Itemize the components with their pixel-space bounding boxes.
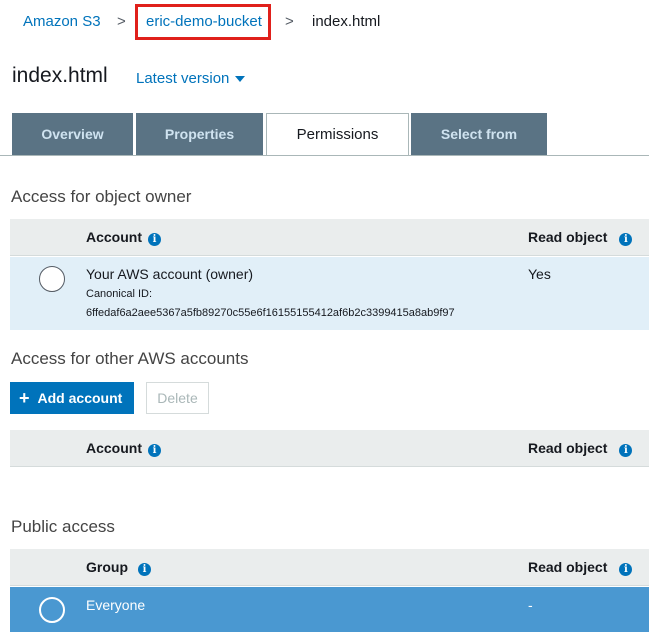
row-radio-button[interactable]	[39, 266, 65, 292]
canonical-id-label: Canonical ID:	[86, 288, 153, 300]
owner-section-title: Access for object owner	[11, 187, 192, 206]
other-accounts-table-header: Account i Read object i	[10, 430, 649, 467]
breadcrumb-current-object: index.html	[312, 13, 381, 30]
info-icon[interactable]: i	[138, 563, 151, 576]
column-header-read-object: Read object i	[528, 229, 633, 246]
row-radio-button[interactable]	[39, 597, 65, 623]
group-name: Everyone	[86, 597, 146, 613]
info-icon[interactable]: i	[148, 233, 161, 246]
version-dropdown[interactable]: Latest version	[136, 70, 246, 87]
caret-down-icon	[235, 76, 246, 83]
bucket-highlight-box	[135, 4, 271, 40]
breadcrumb: Amazon S3 > eric-demo-bucket > index.htm…	[0, 0, 649, 44]
column-header-read-object: Read object i	[528, 559, 633, 576]
canonical-id-value: 6ffedaf6a2aee5367a5fb89270c55e6f16155155…	[86, 307, 455, 319]
tabs-divider	[0, 155, 649, 156]
plus-icon: +	[19, 388, 30, 408]
info-icon[interactable]: i	[619, 563, 633, 576]
add-account-button[interactable]: + Add account	[10, 382, 134, 414]
tab-select-from[interactable]: Select from	[411, 113, 547, 155]
owner-table-header: Account i Read object i	[10, 219, 649, 256]
account-name: Your AWS account (owner)	[86, 266, 254, 282]
info-icon[interactable]: i	[148, 444, 161, 457]
tab-bar: Overview Properties Permissions Select f…	[0, 113, 649, 157]
column-header-read-object: Read object i	[528, 440, 633, 457]
other-accounts-section-title: Access for other AWS accounts	[11, 349, 249, 368]
breadcrumb-separator: >	[285, 13, 294, 30]
version-dropdown-label: Latest version	[136, 70, 230, 87]
info-icon[interactable]: i	[619, 444, 633, 457]
read-object-value: -	[528, 597, 533, 613]
tab-overview[interactable]: Overview	[12, 113, 133, 155]
tab-permissions[interactable]: Permissions	[266, 113, 409, 156]
info-icon[interactable]: i	[619, 233, 633, 246]
breadcrumb-separator: >	[117, 13, 126, 30]
column-header-account: Account i	[86, 440, 161, 457]
column-header-group: Group i	[86, 559, 151, 576]
column-header-account: Account i	[86, 229, 161, 246]
delete-button[interactable]: Delete	[146, 382, 209, 414]
public-access-section-title: Public access	[11, 517, 115, 536]
read-object-value: Yes	[528, 266, 551, 282]
public-access-table-header: Group i Read object i	[10, 549, 649, 586]
page-title: index.html	[12, 64, 108, 87]
tab-properties[interactable]: Properties	[136, 113, 263, 155]
table-row[interactable]: Your AWS account (owner) Canonical ID: 6…	[10, 257, 649, 330]
table-row[interactable]: Everyone -	[10, 587, 649, 632]
breadcrumb-amazon-s3-link[interactable]: Amazon S3	[23, 13, 101, 30]
